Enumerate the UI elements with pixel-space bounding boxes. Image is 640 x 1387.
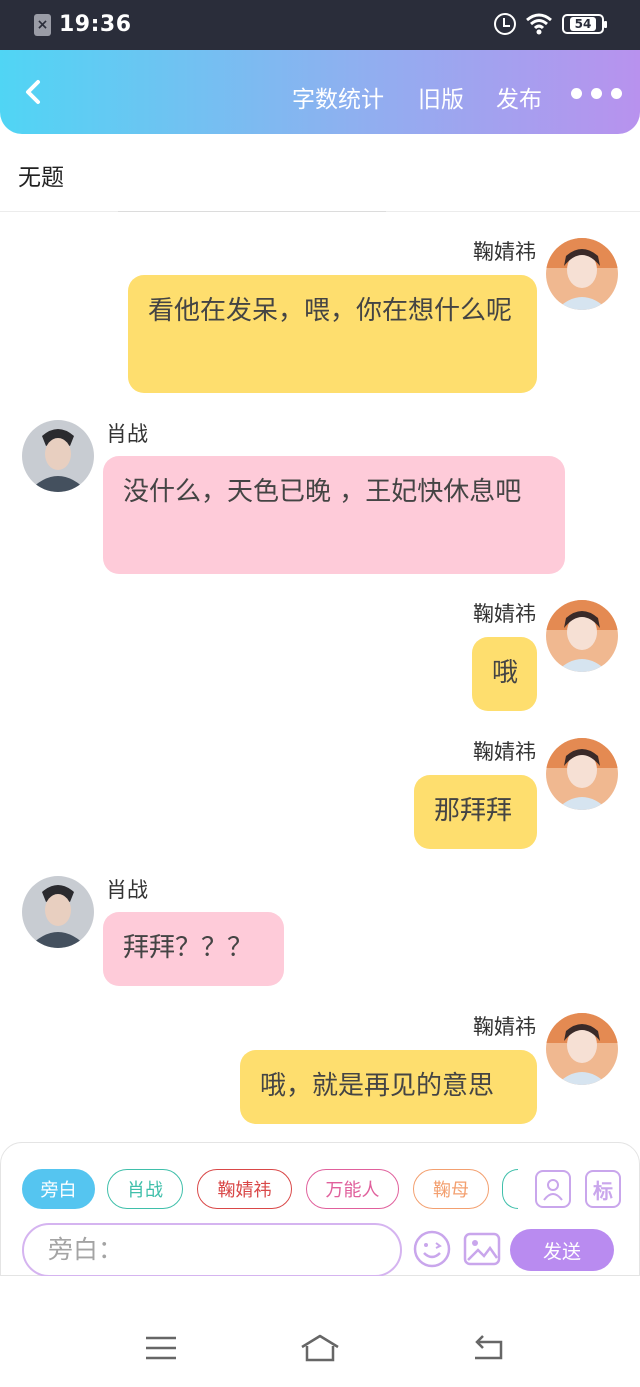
tag-icon[interactable]: 标 [585, 1170, 621, 1208]
speaker-name: 鞠婧祎 [473, 1015, 536, 1039]
message-bubble[interactable]: 没什么，天色已晚 ，王妃快休息吧 [103, 456, 565, 574]
back-arrow-icon[interactable] [20, 78, 48, 106]
status-bar: × 19:36 54 [0, 0, 640, 50]
title-row[interactable]: 无题 [0, 134, 640, 212]
alarm-icon [494, 13, 516, 35]
message-bubble[interactable]: 看他在发呆，喂，你在想什么呢 [128, 275, 537, 393]
message-bubble[interactable]: 那拜拜 [414, 775, 537, 849]
avatar-jujingyi[interactable] [546, 1013, 618, 1085]
avatar-jujingyi[interactable] [546, 600, 618, 672]
chip-narration[interactable]: 旁白 [22, 1169, 95, 1209]
speaker-name: 鞠婧祎 [473, 602, 536, 626]
speaker-name: 鞠婧祎 [473, 240, 536, 264]
send-button[interactable]: 发送 [510, 1229, 614, 1271]
message-bubble[interactable]: 拜拜？？？ [103, 912, 284, 986]
message-bubble[interactable]: 哦，就是再见的意思 [240, 1050, 537, 1124]
chip-xiaozhan[interactable]: 肖战 [107, 1169, 183, 1209]
image-icon[interactable] [463, 1230, 501, 1268]
chip-jumu[interactable]: 鞠母 [413, 1169, 489, 1209]
old-version-button[interactable]: 旧版 [418, 80, 464, 114]
speaker-name: 肖战 [106, 422, 148, 446]
message-input[interactable]: 旁白： [22, 1223, 402, 1277]
speaker-name: 肖战 [106, 878, 148, 902]
message-bubble[interactable]: 哦 [472, 637, 537, 711]
menu-icon[interactable] [140, 1332, 182, 1364]
publish-button[interactable]: 发布 [496, 80, 542, 114]
chip-wanneng[interactable]: 万能人 [306, 1169, 399, 1209]
home-icon[interactable] [299, 1332, 341, 1364]
notification-x-icon: × [34, 13, 51, 36]
add-character-icon[interactable] [535, 1170, 571, 1208]
story-title: 无题 [18, 165, 64, 191]
avatar-jujingyi[interactable] [546, 738, 618, 810]
avatar-xiaozhan[interactable] [22, 876, 94, 948]
divider [118, 211, 386, 212]
wifi-icon [526, 13, 552, 35]
more-options-icon[interactable] [571, 88, 622, 99]
chip-jujingyi[interactable]: 鞠婧祎 [197, 1169, 292, 1209]
top-app-bar: 字数统计 旧版 发布 [0, 50, 640, 134]
speaker-name: 鞠婧祎 [473, 740, 536, 764]
emoji-icon[interactable] [413, 1230, 451, 1268]
word-count-button[interactable]: 字数统计 [292, 80, 384, 114]
avatar-xiaozhan[interactable] [22, 420, 94, 492]
avatar-jujingyi[interactable] [546, 238, 618, 310]
battery-icon: 54 [562, 14, 607, 34]
battery-level: 54 [569, 17, 597, 31]
status-time: 19:36 [59, 12, 132, 37]
back-nav-icon[interactable] [467, 1332, 509, 1364]
